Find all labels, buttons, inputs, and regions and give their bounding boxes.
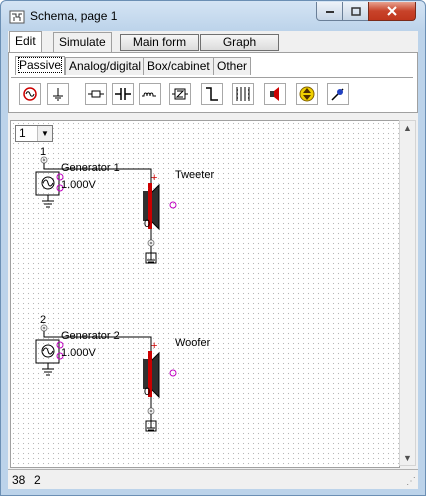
generator-name[interactable]: Generator 1 [61, 162, 120, 174]
tool-impedance[interactable] [169, 83, 191, 105]
scroll-up-icon[interactable]: ▲ [403, 123, 412, 133]
generator-name[interactable]: Generator 2 [61, 330, 120, 342]
status-y: 2 [34, 473, 41, 487]
tool-probe[interactable] [327, 83, 349, 105]
impedance-icon [172, 88, 188, 100]
speaker-icon [270, 87, 279, 101]
tool-capacitor[interactable] [112, 83, 134, 105]
window-title: Schema, page 1 [30, 9, 118, 23]
tab-simulate[interactable]: Simulate [53, 32, 112, 52]
schematic-canvas[interactable]: 1 ▼ + + 1 Generator 1 1.000V Tweeter 0 2… [10, 120, 400, 468]
close-button[interactable] [368, 2, 416, 21]
node-label: 2 [40, 314, 47, 326]
vertical-scrollbar[interactable]: ▲ ▼ [399, 120, 416, 466]
tab-analog-digital[interactable]: Analog/digital [65, 57, 146, 75]
tool-inductor[interactable] [139, 83, 161, 105]
tab-edit[interactable]: Edit [9, 31, 42, 53]
speaker-name[interactable]: Woofer [175, 337, 210, 349]
component-toolbar [11, 77, 413, 110]
app-icon [9, 10, 25, 24]
schema-window: Schema, page 1 Edit Simulate Main form G… [0, 0, 426, 496]
tab-analog-digital-label: Analog/digital [69, 59, 142, 73]
tab-box-cabinet-label: Box/cabinet [147, 59, 210, 73]
tab-simulate-label: Simulate [59, 35, 106, 49]
inductor-icon [142, 92, 156, 97]
speaker-name[interactable]: Tweeter [175, 169, 214, 181]
node-label: 1 [40, 146, 47, 158]
tool-resistor[interactable] [85, 83, 107, 105]
generator-value: 1.000V [61, 179, 96, 191]
tool-polarity[interactable] [296, 83, 318, 105]
capacitor-icon [115, 88, 131, 100]
switch-icon [206, 87, 218, 101]
probe-icon [331, 88, 344, 101]
tool-generator[interactable] [19, 83, 41, 105]
maximize-icon [351, 6, 361, 16]
tab-box-cabinet[interactable]: Box/cabinet [143, 57, 214, 75]
main-tab-strip: Edit Simulate Main form Graph [8, 31, 418, 53]
edit-panel: Passive Analog/digital Box/cabinet Other [8, 52, 418, 113]
polarity-icon [299, 86, 315, 102]
maximize-button[interactable] [342, 2, 370, 21]
ground-icon [53, 88, 63, 101]
tool-ground[interactable] [47, 83, 69, 105]
tab-passive[interactable]: Passive [15, 56, 66, 75]
minimize-button[interactable] [316, 2, 344, 21]
resistor-icon [88, 90, 104, 98]
transformer-icon [236, 87, 250, 101]
tool-switch[interactable] [201, 83, 223, 105]
status-bar: 38 2 ⋰ [8, 469, 418, 489]
generator-icon [23, 87, 37, 101]
title-bar[interactable]: Schema, page 1 [1, 1, 425, 31]
node-label: 0 [144, 218, 151, 230]
graph-button[interactable]: Graph [200, 34, 279, 51]
tab-edit-label: Edit [15, 34, 36, 48]
svg-text:+: + [151, 172, 157, 184]
tool-transformer[interactable] [232, 83, 254, 105]
tab-other-label: Other [217, 59, 248, 73]
minimize-icon [326, 11, 334, 13]
main-form-button[interactable]: Main form [120, 34, 199, 51]
svg-text:+: + [151, 340, 157, 352]
tab-passive-label: Passive [17, 57, 63, 73]
tool-speaker[interactable] [264, 83, 286, 105]
scroll-down-icon[interactable]: ▼ [403, 453, 412, 463]
tab-other[interactable]: Other [213, 57, 252, 75]
close-icon [387, 6, 397, 16]
generator-value: 1.000V [61, 347, 96, 359]
client-area: Edit Simulate Main form Graph Passive An… [8, 31, 418, 489]
status-x: 38 [12, 473, 26, 487]
resize-grip-icon[interactable]: ⋰ [406, 476, 416, 487]
node-label: 0 [144, 386, 151, 398]
